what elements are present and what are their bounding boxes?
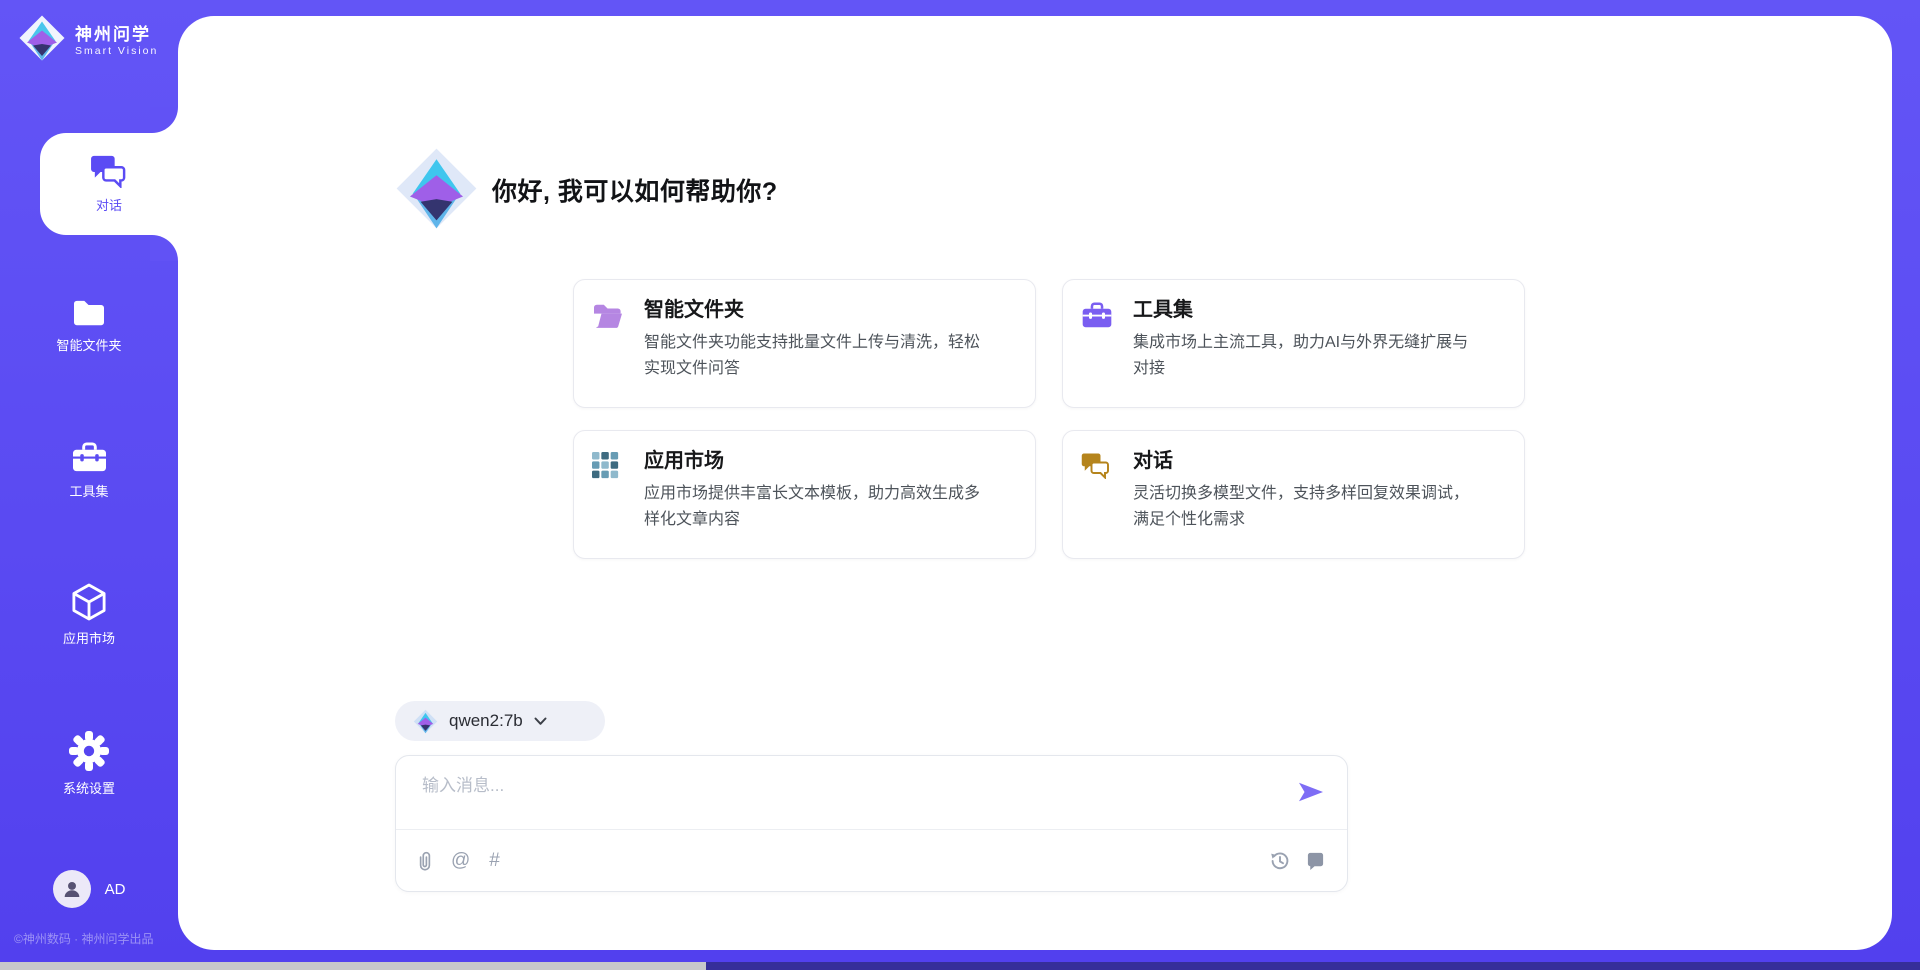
folder-icon <box>71 298 107 328</box>
sidebar-item-label: 系统设置 <box>63 778 115 797</box>
sidebar-item-label: 工具集 <box>69 481 108 500</box>
mention-button[interactable]: @ <box>451 851 470 870</box>
sidebar: 神州问学 Smart Vision 对话 智能文件夹 <box>0 0 178 970</box>
history-clock-icon <box>1270 855 1290 876</box>
model-name: qwen2:7b <box>449 711 523 731</box>
card-title: 工具集 <box>1133 296 1483 324</box>
copyright-text: ©神州数码 · 神州问学出品 <box>14 930 154 947</box>
briefcase-icon <box>71 441 108 474</box>
briefcase-icon <box>1081 301 1113 407</box>
scrollbar-thumb[interactable] <box>0 962 706 970</box>
sidebar-item-toolset[interactable]: 工具集 <box>0 441 178 500</box>
horizontal-scrollbar[interactable] <box>0 962 1920 970</box>
chat-icon <box>90 154 128 188</box>
brand-subtitle: Smart Vision <box>75 45 158 57</box>
user-profile[interactable]: AD <box>0 870 178 908</box>
grid-cube-icon <box>592 452 624 558</box>
gear-icon <box>69 731 109 771</box>
tab-curve-bottom <box>150 235 178 261</box>
hashtag-button[interactable]: # <box>489 851 500 870</box>
card-title: 智能文件夹 <box>644 296 994 324</box>
card-smart-folder[interactable]: 智能文件夹 智能文件夹功能支持批量文件上传与清洗，轻松实现文件问答 <box>573 279 1036 408</box>
card-title: 对话 <box>1133 447 1483 475</box>
card-description: 集成市场上主流工具，助力AI与外界无缝扩展与对接 <box>1133 330 1483 382</box>
model-selector[interactable]: qwen2:7b <box>395 701 605 741</box>
message-input[interactable] <box>420 769 1264 821</box>
app-window: 神州问学 Smart Vision 对话 智能文件夹 <box>0 0 1920 970</box>
card-description: 灵活切换多模型文件，支持多样回复效果调试，满足个性化需求 <box>1133 481 1483 533</box>
chat-bubble-icon <box>1306 854 1325 875</box>
brand-name: 神州问学 <box>75 25 158 45</box>
cube-icon <box>72 583 106 621</box>
card-description: 智能文件夹功能支持批量文件上传与清洗，轻松实现文件问答 <box>644 330 994 382</box>
brand: 神州问学 Smart Vision <box>18 14 158 67</box>
chat-icon <box>1081 452 1113 558</box>
composer: @ # <box>395 755 1348 892</box>
sidebar-item-chat[interactable]: 对话 <box>40 133 178 235</box>
hashtag-icon: # <box>489 850 500 871</box>
card-app-market[interactable]: 应用市场 应用市场提供丰富长文本模板，助力高效生成多样化文章内容 <box>573 430 1036 559</box>
sidebar-item-label: 智能文件夹 <box>56 335 121 354</box>
brand-diamond-icon <box>18 14 66 67</box>
brand-diamond-icon <box>413 709 438 734</box>
paperclip-icon <box>418 856 432 877</box>
attachment-button[interactable] <box>418 850 432 872</box>
card-toolset[interactable]: 工具集 集成市场上主流工具，助力AI与外界无缝扩展与对接 <box>1062 279 1525 408</box>
card-chat[interactable]: 对话 灵活切换多模型文件，支持多样回复效果调试，满足个性化需求 <box>1062 430 1525 559</box>
sidebar-item-smart-folder[interactable]: 智能文件夹 <box>0 298 178 354</box>
avatar <box>53 870 91 908</box>
send-button[interactable] <box>1299 782 1323 802</box>
quick-phrase-button[interactable] <box>1306 851 1325 870</box>
sidebar-item-label: 应用市场 <box>63 628 115 647</box>
card-title: 应用市场 <box>644 447 994 475</box>
chevron-down-icon <box>534 717 547 726</box>
send-icon <box>1299 790 1323 805</box>
card-description: 应用市场提供丰富长文本模板，助力高效生成多样化文章内容 <box>644 481 994 533</box>
hero-brand-diamond-icon <box>394 146 479 236</box>
at-icon: @ <box>451 850 470 871</box>
sidebar-item-app-market[interactable]: 应用市场 <box>0 583 178 647</box>
tab-curve-top <box>150 107 178 133</box>
user-initials: AD <box>105 881 126 898</box>
folder-open-icon <box>592 301 624 407</box>
sidebar-item-label: 对话 <box>96 195 122 214</box>
sidebar-item-settings[interactable]: 系统设置 <box>0 731 178 797</box>
greeting-title: 你好, 我可以如何帮助你? <box>492 172 778 208</box>
history-button[interactable] <box>1270 851 1290 871</box>
